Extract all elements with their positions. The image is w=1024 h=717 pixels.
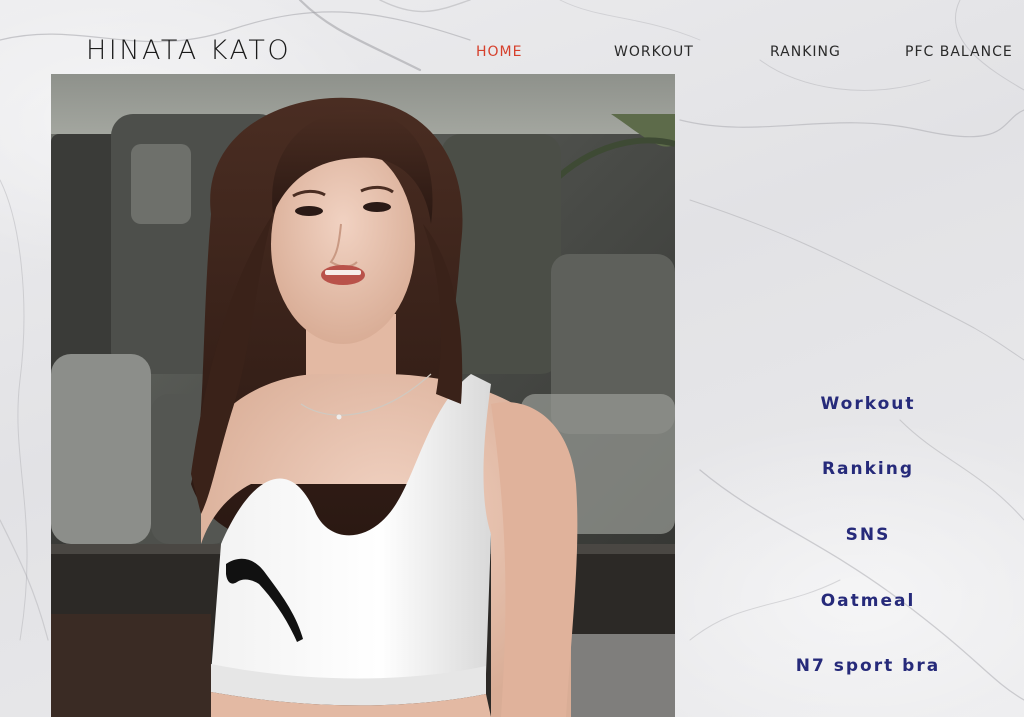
nav-workout[interactable]: WORKOUT [614,43,694,61]
nav-home[interactable]: HOME [476,43,522,61]
nav-pfc-balance[interactable]: PFC BALANCE [905,43,1013,61]
side-menu-sns[interactable]: SNS [760,523,976,547]
side-menu-n7-sport-bra[interactable]: N7 sport bra [760,654,976,678]
side-menu-oatmeal[interactable]: Oatmeal [760,589,976,613]
nav-ranking[interactable]: RANKING [770,43,841,61]
main-nav: HOME WORKOUT RANKING PFC BALANCE [0,43,1024,63]
side-menu-workout[interactable]: Workout [760,392,976,416]
side-menu: Workout Ranking SNS Oatmeal N7 sport bra [760,380,976,700]
hero-illustration [51,74,675,717]
hero-photo [51,74,675,717]
side-menu-ranking[interactable]: Ranking [760,457,976,481]
